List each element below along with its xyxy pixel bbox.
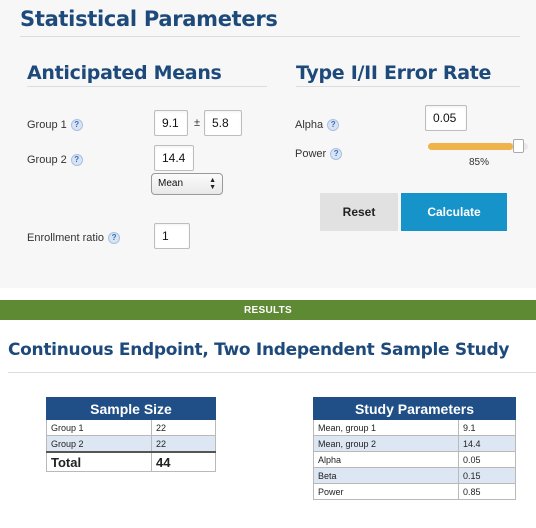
help-icon[interactable]: ?: [70, 154, 83, 167]
study-title: Continuous Endpoint, Two Independent Sam…: [8, 340, 510, 360]
power-value: 85%: [469, 157, 490, 168]
power-slider[interactable]: [428, 139, 528, 153]
table-row: Mean, group 2 14.4: [313, 435, 516, 452]
row-label: Group 2: [46, 435, 152, 453]
divider: [296, 86, 520, 87]
row-value: 0.05: [458, 451, 516, 468]
row-label: Alpha: [313, 451, 459, 468]
group1-mean-input[interactable]: 9.1: [154, 110, 188, 136]
power-slider-fill: [428, 143, 513, 150]
statistical-parameters-heading: Statistical Parameters: [20, 7, 278, 31]
table-row: Group 1 22: [46, 419, 216, 436]
divider: [8, 372, 536, 373]
help-icon[interactable]: ?: [330, 148, 343, 161]
sample-size-table: Sample Size Group 1 22 Group 2 22 Total …: [46, 397, 216, 472]
study-parameters-header: Study Parameters: [313, 397, 516, 420]
group2-mean-input[interactable]: 14.4: [154, 145, 194, 171]
row-value: 0.15: [458, 467, 516, 484]
total-row: Total 44: [46, 451, 216, 472]
study-parameters-table: Study Parameters Mean, group 1 9.1 Mean,…: [313, 397, 516, 500]
divider: [20, 36, 520, 37]
row-label: Power: [313, 483, 459, 500]
plus-minus-symbol: ±: [194, 117, 201, 129]
row-value: 14.4: [458, 435, 516, 452]
calculate-button[interactable]: Calculate: [401, 193, 507, 231]
row-value: 22: [151, 435, 216, 453]
alpha-input[interactable]: 0.05: [425, 105, 467, 131]
total-label: Total: [46, 451, 152, 472]
row-label: Mean, group 1: [313, 419, 459, 436]
sample-size-header: Sample Size: [46, 397, 216, 420]
row-label: Group 1: [46, 419, 152, 436]
group2-label: Group 2?: [27, 154, 83, 167]
table-row: Mean, group 1 9.1: [313, 419, 516, 436]
select-arrows-icon: ▲ ▼: [209, 177, 216, 191]
alpha-label: Alpha?: [295, 119, 340, 132]
power-label: Power?: [295, 148, 343, 161]
error-rate-heading: Type I/II Error Rate: [296, 62, 492, 84]
table-row: Alpha 0.05: [313, 451, 516, 468]
help-icon[interactable]: ?: [327, 119, 340, 132]
help-icon[interactable]: ?: [108, 232, 121, 245]
reset-button[interactable]: Reset: [320, 193, 398, 231]
table-row: Power 0.85: [313, 483, 516, 500]
row-value: 22: [151, 419, 216, 436]
help-icon[interactable]: ?: [70, 119, 83, 132]
row-label: Mean, group 2: [313, 435, 459, 452]
power-slider-handle[interactable]: [513, 139, 525, 153]
statistic-select[interactable]: Mean ▲ ▼: [151, 173, 223, 195]
anticipated-means-heading: Anticipated Means: [27, 62, 222, 84]
row-value: 9.1: [458, 419, 516, 436]
group1-label: Group 1?: [27, 119, 83, 132]
table-row: Beta 0.15: [313, 467, 516, 484]
divider: [27, 86, 267, 87]
group1-sd-input[interactable]: 5.8: [204, 110, 242, 136]
results-bar: RESULTS: [0, 300, 536, 320]
row-label: Beta: [313, 467, 459, 484]
enrollment-ratio-label: Enrollment ratio?: [27, 232, 121, 245]
enrollment-ratio-input[interactable]: 1: [154, 223, 190, 249]
row-value: 0.85: [458, 483, 516, 500]
total-value: 44: [151, 451, 216, 472]
table-row: Group 2 22: [46, 435, 216, 453]
